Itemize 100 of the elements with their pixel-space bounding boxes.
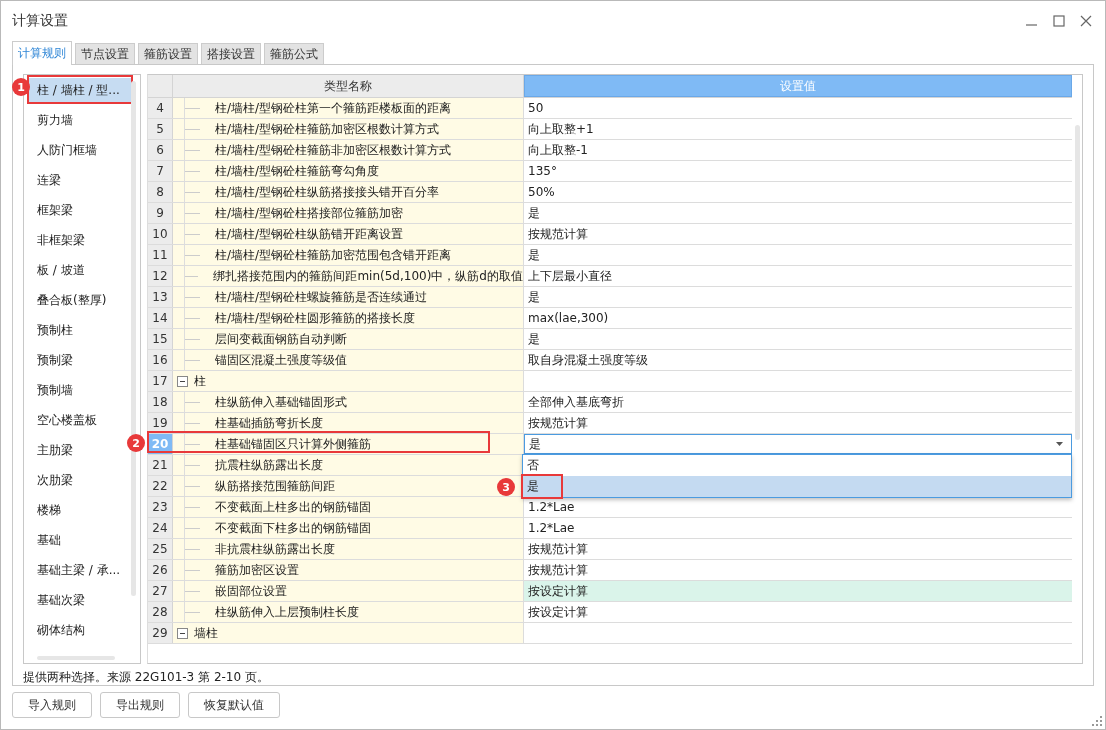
table-cell-text: 1.2*Lae <box>527 499 576 516</box>
description-text: 提供两种选择。来源 22G101-3 第 2-10 页。 <box>23 669 270 686</box>
sidebar-item[interactable]: 人防门框墙 <box>27 138 131 162</box>
setting-name: 柱/墙柱/型钢砼柱纵筋搭接接头错开百分率 <box>214 183 440 201</box>
setting-name: 柱/墙柱/型钢砼柱搭接部位箍筋加密 <box>214 204 404 222</box>
sidebar-item[interactable]: 柱 / 墙柱 / 型... <box>27 78 131 102</box>
dropdown-field[interactable]: 是 <box>524 434 1072 454</box>
row-number: 13 <box>148 287 173 307</box>
action-button[interactable]: 导入规则 <box>12 692 92 718</box>
setting-name: 柱/墙柱/型钢砼柱圆形箍筋的搭接长度 <box>214 309 416 327</box>
setting-name: 柱纵筋伸入上层预制柱长度 <box>214 603 359 621</box>
dropdown-option[interactable]: 是 <box>523 476 1071 497</box>
row-number: 29 <box>148 623 173 643</box>
collapse-icon[interactable] <box>177 375 188 387</box>
sidebar-item[interactable]: 基础 <box>27 528 131 552</box>
setting-name: 柱纵筋伸入基础锚固形式 <box>214 393 347 411</box>
sidebar-item[interactable]: 基础主梁 / 承... <box>27 558 131 582</box>
sidebar-item[interactable]: 基础次梁 <box>27 588 131 612</box>
row-number: 23 <box>148 497 173 517</box>
table-cell-text: 按规范计算 <box>527 561 589 579</box>
row-number: 17 <box>148 371 173 391</box>
table-cell-text: 按规范计算 <box>527 414 589 432</box>
sidebar-item[interactable]: 预制柱 <box>27 318 131 342</box>
table-cell: 按设定计算 <box>524 581 1072 601</box>
close-icon[interactable] <box>1079 14 1093 28</box>
maximize-icon[interactable] <box>1052 14 1066 28</box>
table-cell-text: 是 <box>527 204 541 222</box>
setting-name: 纵筋搭接范围箍筋间距 <box>214 477 335 495</box>
row-number: 11 <box>148 245 173 265</box>
setting-name: 箍筋加密区设置 <box>214 561 299 579</box>
sidebar-item[interactable]: 板 / 坡道 <box>27 258 131 282</box>
row-number: 15 <box>148 329 173 349</box>
row-number: 28 <box>148 602 173 622</box>
setting-name: 柱/墙柱/型钢砼柱螺旋箍筋是否连续通过 <box>214 288 428 306</box>
column-header: 设置值 <box>524 75 1072 97</box>
setting-name: 嵌固部位设置 <box>214 582 287 600</box>
row-number: 14 <box>148 308 173 328</box>
table-cell-text: 是 <box>527 330 541 348</box>
row-number: 9 <box>148 203 173 223</box>
row-number: 21 <box>148 455 173 475</box>
action-button[interactable]: 恢复默认值 <box>188 692 280 718</box>
sidebar-item[interactable]: 楼梯 <box>27 498 131 522</box>
sidebar-item[interactable]: 框架梁 <box>27 198 131 222</box>
highlight-frame <box>521 474 563 499</box>
table-cell-text: 上下层最小直径 <box>527 267 613 285</box>
row-number: 22 <box>148 476 173 496</box>
table-cell-text: 向上取整+1 <box>527 120 595 138</box>
sidebar-item[interactable]: 叠合板(整厚) <box>27 288 131 312</box>
tab[interactable]: 搭接设置 <box>201 43 261 64</box>
setting-name: 锚固区混凝土强度等级值 <box>214 351 347 369</box>
sidebar-item[interactable]: 连梁 <box>27 168 131 192</box>
sidebar-item[interactable]: 预制梁 <box>27 348 131 372</box>
table-cell-text: max(lae,300) <box>527 310 610 327</box>
setting-name: 柱基础插筋弯折长度 <box>214 414 323 432</box>
action-button[interactable]: 导出规则 <box>100 692 180 718</box>
sidebar-item[interactable]: 空心楼盖板 <box>27 408 131 432</box>
group-label: 柱 <box>194 372 206 390</box>
tab[interactable]: 箍筋公式 <box>264 43 324 64</box>
tab[interactable]: 箍筋设置 <box>138 43 198 64</box>
resize-grip-icon[interactable] <box>1092 716 1102 726</box>
setting-name: 抗震柱纵筋露出长度 <box>214 456 323 474</box>
row-number: 25 <box>148 539 173 559</box>
table-cell-text: 取自身混凝土强度等级 <box>527 351 649 369</box>
sidebar-item[interactable]: 砌体结构 <box>27 618 131 642</box>
table-cell-text: 向上取整-1 <box>527 141 589 159</box>
table-cell-text: 是 <box>527 246 541 264</box>
tab[interactable]: 计算规则 <box>12 41 72 65</box>
step-badge: 2 <box>127 434 145 452</box>
setting-name: 柱/墙柱/型钢砼柱箍筋加密区根数计算方式 <box>214 120 440 138</box>
row-number: 16 <box>148 350 173 370</box>
setting-name: 绑扎搭接范围内的箍筋间距min(5d,100)中，纵筋d的取值 <box>212 267 523 285</box>
dropdown-option[interactable]: 否 <box>523 455 1071 476</box>
row-number: 24 <box>148 518 173 538</box>
row-number: 4 <box>148 98 173 118</box>
sidebar-item[interactable]: 次肋梁 <box>27 468 131 492</box>
setting-name: 柱/墙柱/型钢砼柱纵筋错开距离设置 <box>214 225 404 243</box>
tab[interactable]: 节点设置 <box>75 43 135 64</box>
row-number: 8 <box>148 182 173 202</box>
setting-name: 柱/墙柱/型钢砼柱箍筋加密范围包含错开距离 <box>214 246 452 264</box>
setting-name: 柱/墙柱/型钢砼柱第一个箍筋距楼板面的距离 <box>214 99 452 117</box>
row-number: 27 <box>148 581 173 601</box>
sidebar-item[interactable]: 预制墙 <box>27 378 131 402</box>
row-number: 10 <box>148 224 173 244</box>
table-cell-text: 135° <box>527 163 558 180</box>
row-number: 5 <box>148 119 173 139</box>
scrollbar[interactable] <box>1075 125 1080 440</box>
collapse-icon[interactable] <box>177 627 188 639</box>
table-cell-text: 50% <box>527 184 556 201</box>
setting-name: 柱基础锚固区只计算外侧箍筋 <box>214 435 371 453</box>
row-number: 7 <box>148 161 173 181</box>
table-cell-text: 1.2*Lae <box>527 520 576 537</box>
sidebar-item[interactable]: 剪力墙 <box>27 108 131 132</box>
step-badge: 1 <box>12 78 30 96</box>
group-label: 墙柱 <box>194 624 218 642</box>
table-cell-text: 全部伸入基底弯折 <box>527 393 625 411</box>
setting-name: 柱/墙柱/型钢砼柱箍筋非加密区根数计算方式 <box>214 141 452 159</box>
table-cell-text: 按规范计算 <box>527 540 589 558</box>
table-cell-text: 按设定计算 <box>527 603 589 621</box>
table-cell-text: 按规范计算 <box>527 225 589 243</box>
sidebar-item[interactable]: 非框架梁 <box>27 228 131 252</box>
